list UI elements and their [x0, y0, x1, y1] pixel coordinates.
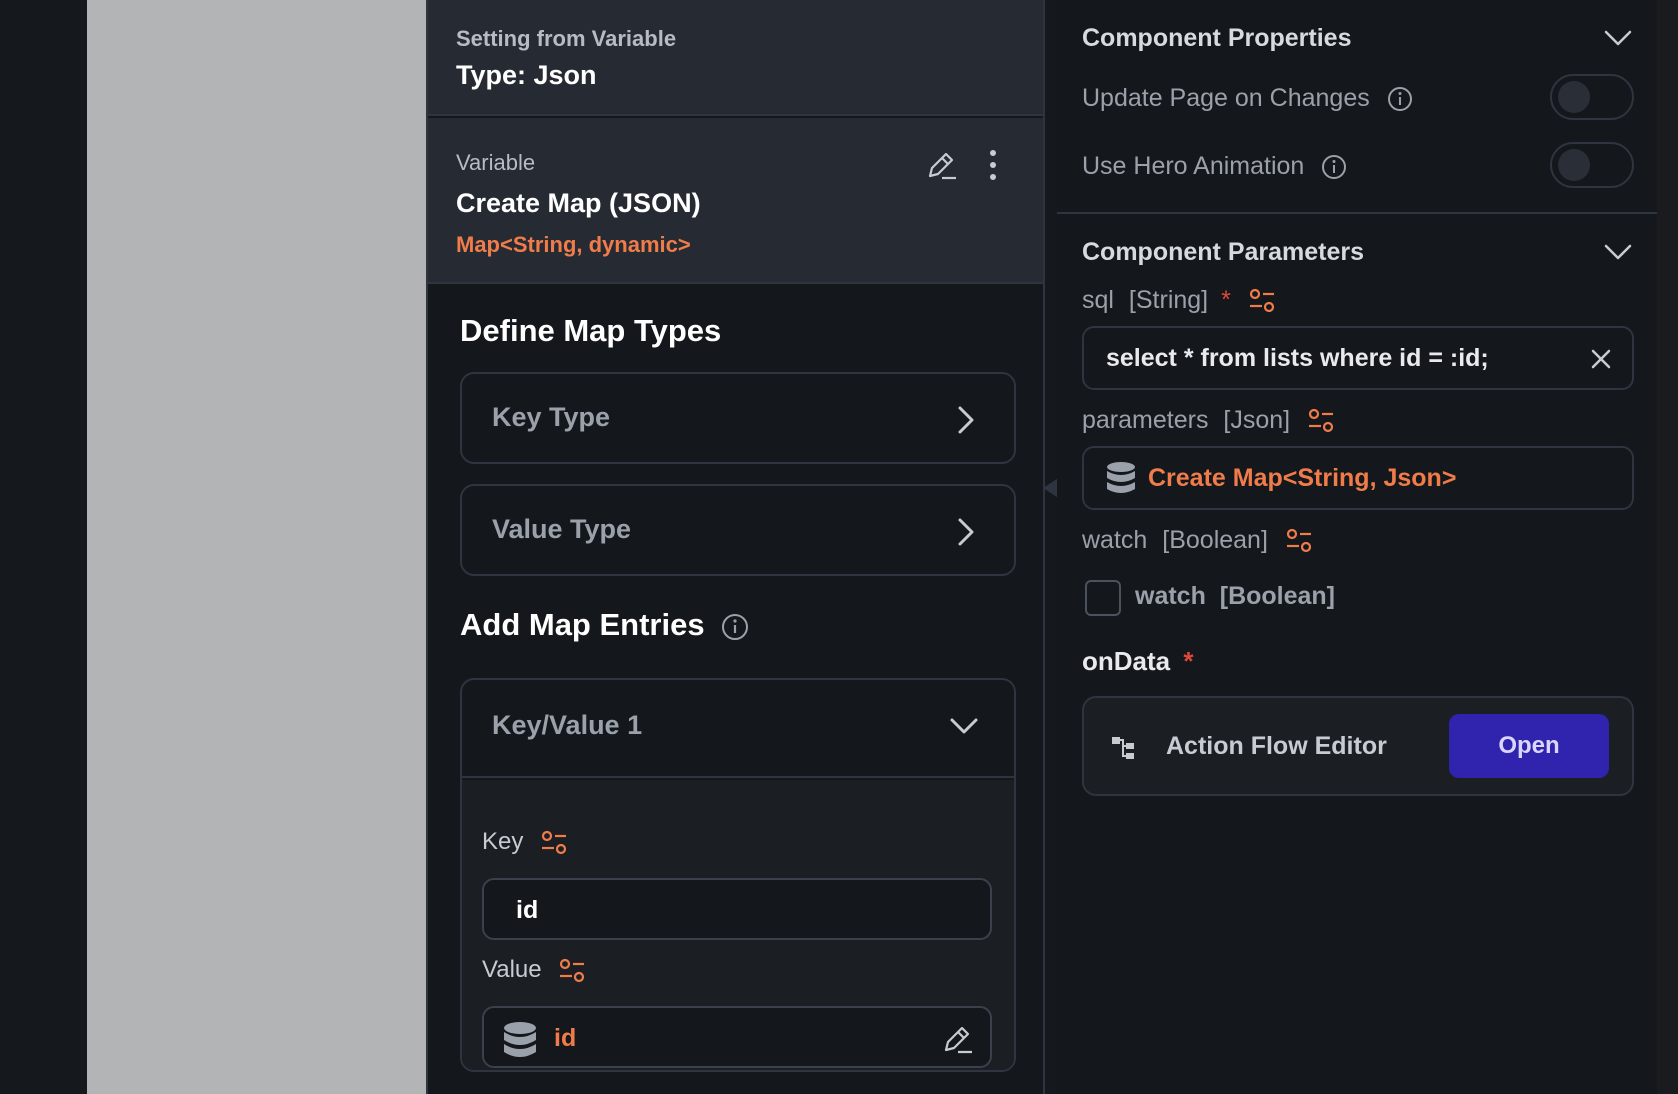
popup-header: Setting from Variable Type: Json — [428, 0, 1043, 116]
pencil-icon[interactable] — [940, 1022, 974, 1056]
action-flow-icon — [1112, 737, 1134, 759]
watch-checkbox-label: watch [Boolean] — [1135, 582, 1336, 610]
map-entry-title: Key/Value 1 — [492, 710, 643, 740]
properties-panel: Component Properties Update Page on Chan… — [1057, 0, 1657, 1094]
watch-label: watch — [1082, 526, 1148, 554]
key-input-value: id — [516, 896, 539, 924]
value-input-value: id — [554, 1024, 577, 1052]
hero-animation-label: Use Hero Animation — [1082, 152, 1305, 180]
info-icon[interactable] — [721, 613, 749, 641]
variable-type: Map<String, dynamic> — [456, 232, 691, 257]
action-flow-label: Action Flow Editor — [1166, 732, 1387, 760]
sql-input[interactable]: select * from lists where id = :id; — [1082, 326, 1634, 390]
variable-settings-icon[interactable] — [540, 829, 568, 857]
required-marker: * — [1221, 286, 1231, 314]
toggle-knob — [1558, 81, 1590, 113]
value-label-text: Value — [482, 956, 542, 983]
variable-label: Variable — [456, 150, 536, 175]
open-action-flow-button[interactable]: Open — [1449, 714, 1609, 778]
variable-settings-icon[interactable] — [558, 957, 586, 985]
action-flow-editor-card: Action Flow Editor Open — [1082, 696, 1634, 796]
sql-input-value: select * from lists where id = :id; — [1106, 344, 1489, 372]
chevron-down-icon[interactable] — [1603, 242, 1633, 262]
value-type-label: Value Type — [492, 514, 632, 544]
chevron-right-icon — [958, 518, 974, 546]
variable-name: Create Map (JSON) — [456, 188, 701, 218]
map-entry-body: Key id Value id — [462, 780, 1014, 1070]
map-entry-card: Key/Value 1 Key id Value id — [460, 678, 1016, 1072]
key-type-label: Key Type — [492, 402, 611, 432]
app-root: Setting from Variable Type: Json Variabl… — [0, 0, 1678, 1094]
sql-type: [String] — [1128, 286, 1209, 314]
required-marker: * — [1183, 646, 1194, 676]
component-parameters-title: Component Parameters — [1082, 238, 1365, 266]
right-edge-strip — [1657, 0, 1678, 1094]
map-entry-header[interactable]: Key/Value 1 — [462, 680, 1014, 778]
update-page-toggle[interactable] — [1550, 74, 1634, 120]
database-icon — [504, 1022, 536, 1057]
watch-checkbox[interactable] — [1085, 580, 1121, 616]
define-map-types-title: Define Map Types — [460, 313, 722, 348]
chevron-right-icon — [958, 406, 974, 434]
variable-settings-icon[interactable] — [1307, 407, 1335, 435]
more-vertical-icon[interactable] — [986, 148, 1000, 182]
sql-param-label: sql [String] * — [1082, 286, 1276, 315]
sql-label: sql — [1082, 286, 1114, 314]
value-input[interactable]: id — [482, 1006, 992, 1068]
close-icon[interactable] — [1588, 346, 1614, 372]
canvas-preview — [87, 0, 427, 1094]
ondata-label: onData * — [1082, 646, 1193, 677]
add-map-entries-text: Add Map Entries — [460, 607, 705, 642]
parameters-type: [Json] — [1223, 406, 1291, 434]
parameters-input-value: Create Map<String, Json> — [1148, 464, 1457, 492]
hero-animation-toggle[interactable] — [1550, 142, 1634, 188]
header-type: Type: Json — [456, 60, 597, 90]
toggle-knob — [1558, 149, 1590, 181]
database-icon — [1107, 462, 1135, 493]
left-sidebar-strip — [0, 0, 87, 1094]
update-page-label: Update Page on Changes — [1082, 84, 1370, 112]
variable-settings-icon[interactable] — [1285, 527, 1313, 555]
key-label-text: Key — [482, 828, 524, 855]
parameters-label: parameters — [1082, 406, 1209, 434]
key-input[interactable]: id — [482, 878, 992, 940]
value-field-label: Value — [482, 956, 586, 985]
chevron-down-icon[interactable] — [1603, 28, 1633, 48]
header-subtitle: Setting from Variable — [456, 26, 677, 51]
key-type-selector[interactable]: Key Type — [460, 372, 1016, 464]
pencil-icon[interactable] — [924, 148, 958, 182]
update-page-row-label: Update Page on Changes — [1082, 84, 1413, 113]
hero-animation-row-label: Use Hero Animation — [1082, 152, 1347, 181]
parameters-input[interactable]: Create Map<String, Json> — [1082, 446, 1634, 510]
info-icon[interactable] — [1387, 86, 1413, 112]
variable-settings-icon[interactable] — [1248, 287, 1276, 315]
chevron-down-icon — [950, 718, 978, 734]
info-icon[interactable] — [1321, 154, 1347, 180]
component-properties-title: Component Properties — [1082, 24, 1352, 52]
ondata-text: onData — [1082, 646, 1171, 676]
variable-settings-popup: Setting from Variable Type: Json Variabl… — [426, 0, 1045, 1094]
key-field-label: Key — [482, 828, 568, 857]
section-divider — [1057, 212, 1657, 214]
watch-type: [Boolean] — [1162, 526, 1268, 554]
variable-block: Variable Create Map (JSON) Map<String, d… — [428, 118, 1043, 284]
parameters-param-label: parameters [Json] — [1082, 406, 1335, 435]
add-map-entries-title: Add Map Entries — [460, 607, 749, 643]
watch-param-label: watch [Boolean] — [1082, 526, 1313, 555]
value-type-selector[interactable]: Value Type — [460, 484, 1016, 576]
